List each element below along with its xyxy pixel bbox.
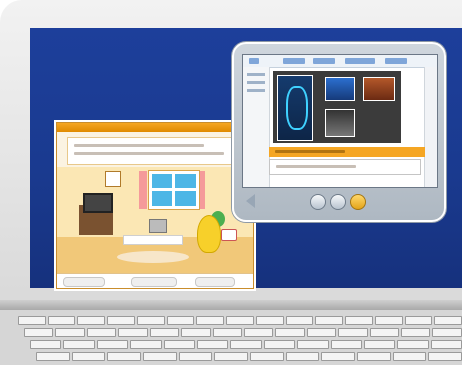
lesson-button-3[interactable]	[195, 277, 235, 287]
camera-icon	[221, 229, 237, 241]
photo-viewer-screen	[242, 54, 438, 188]
photo-thumbnail[interactable]	[325, 109, 355, 137]
floor-rug	[117, 251, 189, 263]
viewer-caption-box[interactable]	[269, 159, 421, 175]
photo-grid	[273, 71, 401, 143]
lesson-window[interactable]	[56, 122, 254, 289]
photo-thumbnail[interactable]	[325, 77, 355, 101]
photo-thumbnail[interactable]	[277, 75, 313, 141]
mascot-character	[197, 215, 221, 253]
circle-button-icon[interactable]	[330, 194, 346, 210]
television	[83, 193, 113, 213]
curtain-left	[139, 171, 147, 209]
lesson-button-1[interactable]	[63, 277, 105, 287]
circle-button-icon[interactable]	[350, 194, 366, 210]
viewer-toolbar[interactable]	[243, 55, 437, 68]
viewer-side-panel[interactable]	[243, 67, 270, 187]
laptop-scene	[0, 0, 462, 365]
viewer-status-bar	[269, 147, 425, 157]
room-window	[149, 171, 199, 209]
illustrated-laptop	[149, 219, 167, 233]
circle-button-icon[interactable]	[310, 194, 326, 210]
lesson-button-2[interactable]	[131, 277, 177, 287]
photo-thumbnail[interactable]	[363, 77, 395, 101]
lesson-bottom-bar	[57, 273, 253, 288]
lesson-instruction-box	[67, 137, 245, 165]
lesson-window-titlebar[interactable]	[57, 123, 253, 132]
viewer-right-panel[interactable]	[424, 67, 437, 187]
room-illustration	[57, 167, 253, 273]
laptop-keyboard	[0, 310, 462, 365]
viewer-controls	[234, 190, 444, 214]
coffee-table	[123, 235, 183, 245]
back-arrow-icon[interactable]	[246, 194, 255, 208]
photo-viewer-device[interactable]	[232, 42, 446, 222]
wall-picture	[105, 171, 121, 187]
laptop-hinge	[0, 300, 462, 310]
